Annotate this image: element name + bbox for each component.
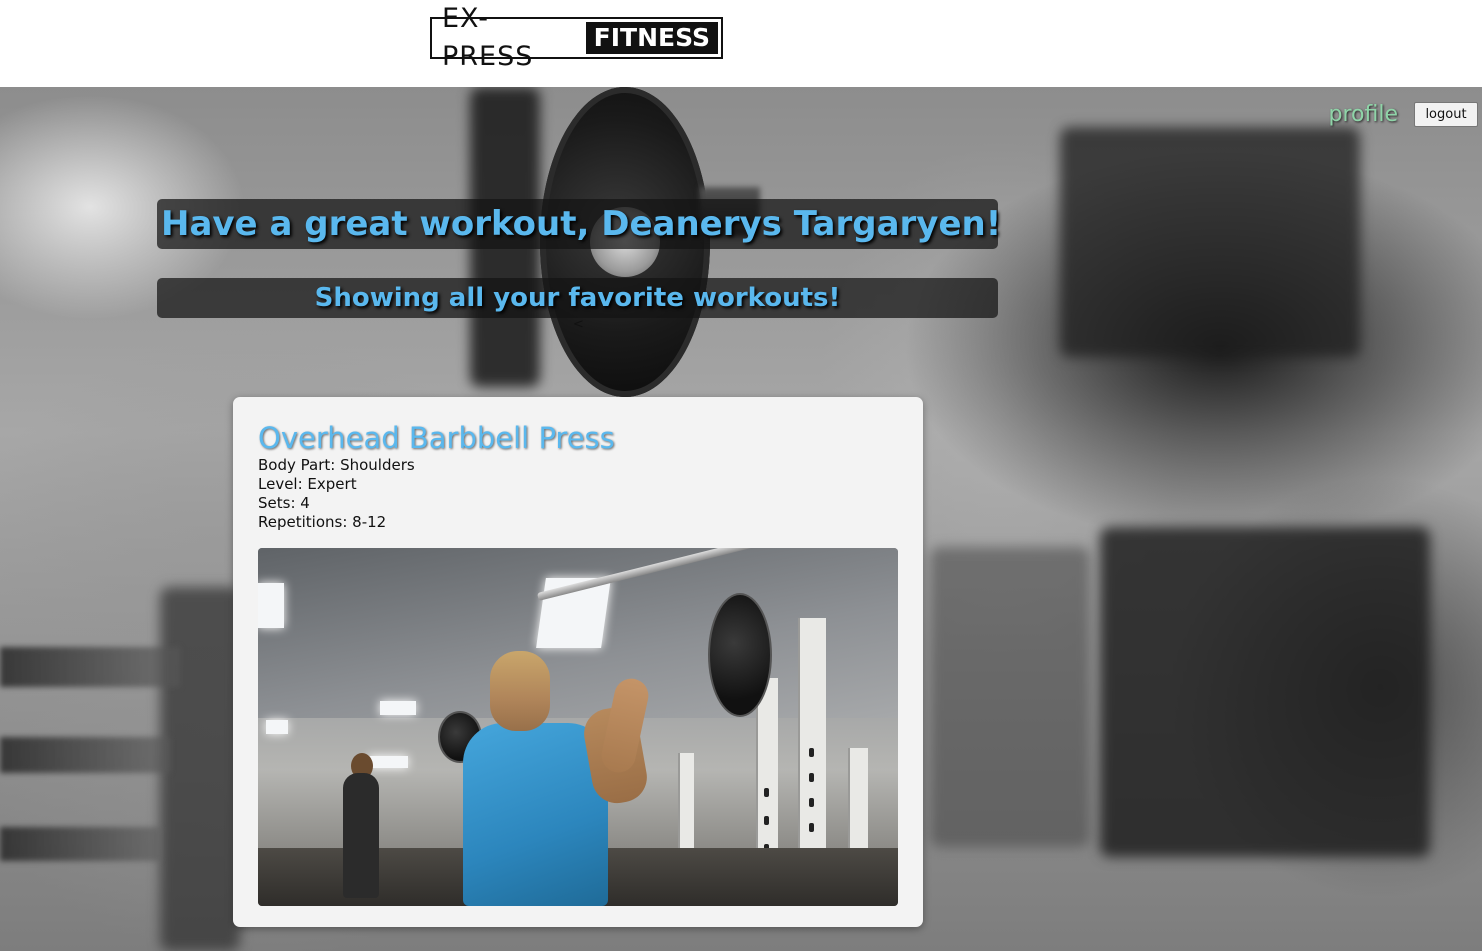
rack-hole (809, 748, 814, 757)
rack-hole (809, 823, 814, 832)
photo-ceiling-light (258, 583, 284, 628)
profile-link[interactable]: profile (1329, 102, 1399, 127)
hero-background: profile logout Have a great workout, Dea… (0, 87, 1482, 951)
brand-logo[interactable]: EX-PRESS FITNESS (430, 3, 723, 72)
nav-links: profile logout (1329, 102, 1478, 127)
large-weight-plate (708, 593, 772, 717)
background-dumbbell-blur (1100, 527, 1430, 857)
greeting-heading: Have a great workout, Deanerys Targaryen… (157, 199, 1001, 249)
workout-reps: Repetitions: 8-12 (258, 513, 387, 531)
rack-hole (809, 773, 814, 782)
background-person (343, 773, 379, 898)
workout-body-part: Body Part: Shoulders (258, 456, 415, 474)
background-dumbbell-blur (1060, 127, 1360, 357)
background-rack-blur (160, 587, 240, 951)
photo-ceiling-light (266, 720, 288, 734)
rack-hole (764, 788, 769, 797)
rack-hole (764, 816, 769, 825)
workout-title: Overhead Barbbell Press (258, 421, 615, 455)
top-header: EX-PRESS FITNESS (0, 0, 1482, 87)
logo-text-express: EX-PRESS (442, 3, 534, 72)
photo-ceiling-light (368, 756, 408, 768)
workout-demo-image (258, 548, 898, 906)
workout-details: Body Part: Shoulders Level: Expert Sets:… (258, 456, 415, 532)
lifter-head (490, 651, 550, 731)
workout-level: Level: Expert (258, 475, 357, 493)
favorites-subtitle: Showing all your favorite workouts! (157, 278, 998, 318)
rack-hole (809, 798, 814, 807)
workout-card[interactable]: Overhead Barbbell Press Body Part: Shoul… (233, 397, 923, 927)
background-bar-blur (0, 647, 180, 687)
background-rack-blur (930, 547, 1090, 847)
background-bar-blur (0, 827, 160, 861)
background-bar-blur (0, 737, 170, 773)
logo-text-fitness: FITNESS (585, 22, 718, 54)
photo-ceiling-light (380, 701, 416, 715)
workout-sets: Sets: 4 (258, 494, 310, 512)
carousel-prev-arrow[interactable]: < (573, 317, 584, 332)
logout-button[interactable]: logout (1414, 102, 1478, 127)
